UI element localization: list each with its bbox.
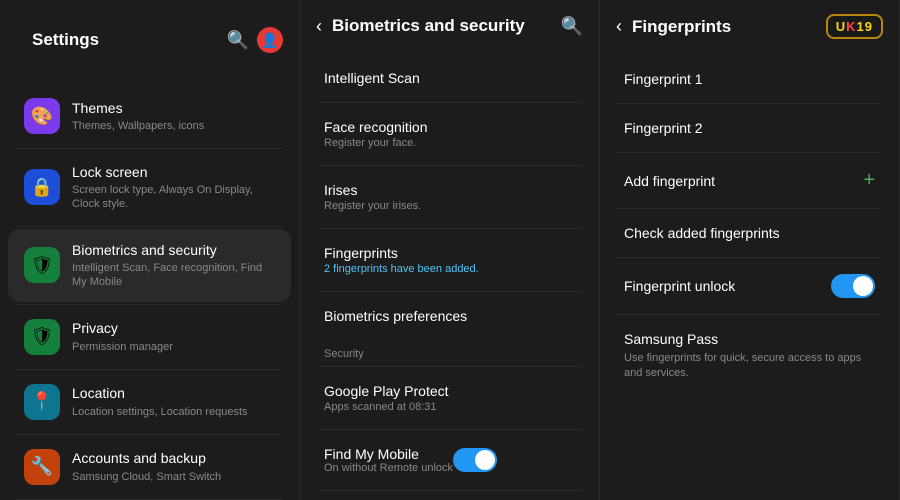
fingerprints-title: Fingerprints (632, 17, 820, 37)
settings-item-privacy[interactable]: 🛡 Privacy Permission manager (8, 307, 291, 367)
fingerprint-2-name: Fingerprint 2 (624, 120, 875, 136)
divider-5 (316, 366, 583, 367)
biometrics-prefs-title: Biometrics preferences (324, 308, 575, 324)
add-fingerprint-item[interactable]: Add fingerprint + (600, 155, 899, 206)
irises-item[interactable]: Irises Register your irises. (300, 168, 599, 226)
fp-divider-4 (616, 257, 883, 258)
lock-screen-title: Lock screen (72, 163, 275, 181)
samsung-pass-desc: Use fingerprints for quick, secure acces… (624, 351, 875, 382)
add-fingerprint-label: Add fingerprint (624, 173, 863, 189)
settings-list: 🎨 Themes Themes, Wallpapers, icons 🔒 Lock sc… (0, 80, 299, 500)
settings-divider-5 (16, 499, 283, 500)
fingerprints-list: Fingerprint 1 Fingerprint 2 Add fingerpr… (600, 53, 899, 500)
themes-title: Themes (72, 99, 275, 117)
settings-item-lock-screen[interactable]: 🔒 Lock screen Screen lock type, Always On … (8, 151, 291, 224)
lock-screen-subtitle: Screen lock type, Always On Display, Clo… (72, 183, 275, 212)
security-update-item[interactable]: Security update 1 September 2020 (300, 493, 599, 500)
biometrics-title: Biometrics and security (72, 241, 275, 259)
lock-screen-icon: 🔒 (24, 169, 60, 205)
settings-item-biometrics[interactable]: 🛡 Biometrics and security Intelligent Scan… (8, 229, 291, 302)
divider-6 (316, 429, 583, 430)
fingerprint-unlock-label: Fingerprint unlock (624, 278, 831, 294)
accounts-subtitle: Samsung Cloud, Smart Switch (72, 470, 275, 484)
irises-sub: Register your irises. (324, 200, 575, 212)
add-fingerprint-icon: + (863, 169, 875, 192)
settings-header: Settings 🔍 👤 (0, 0, 299, 80)
themes-subtitle: Themes, Wallpapers, icons (72, 119, 275, 133)
fp-divider-3 (616, 208, 883, 209)
google-play-protect-title: Google Play Protect (324, 383, 575, 399)
accounts-icon: 🔧 (24, 449, 60, 485)
irises-title: Irises (324, 182, 575, 198)
divider-1 (316, 102, 583, 103)
settings-panel: Settings 🔍 👤 🎨 Themes Themes, Wallpapers, … (0, 0, 300, 500)
biometrics-subtitle: Intelligent Scan, Face recognition, Find… (72, 261, 275, 290)
fp-divider-1 (616, 103, 883, 104)
google-play-protect-item[interactable]: Google Play Protect Apps scanned at 08:3… (300, 369, 599, 427)
settings-divider-2 (16, 304, 283, 305)
biometrics-prefs-item[interactable]: Biometrics preferences (300, 294, 599, 338)
face-recognition-title: Face recognition (324, 119, 575, 135)
check-fingerprints-item[interactable]: Check added fingerprints (600, 211, 899, 255)
accounts-title: Accounts and backup (72, 449, 275, 467)
find-my-mobile-toggle[interactable] (453, 448, 497, 472)
fingerprints-sub: 2 fingerprints have been added. (324, 263, 575, 275)
find-my-mobile-item[interactable]: Find My Mobile On without Remote unlock (300, 432, 599, 488)
find-my-mobile-title: Find My Mobile (324, 446, 453, 462)
intelligent-scan-item[interactable]: Intelligent Scan (300, 56, 599, 100)
divider-3 (316, 228, 583, 229)
fingerprint-2-item[interactable]: Fingerprint 2 (600, 106, 899, 150)
fingerprint-1-item[interactable]: Fingerprint 1 (600, 57, 899, 101)
fingerprints-title: Fingerprints (324, 245, 575, 261)
themes-icon: 🎨 (24, 98, 60, 134)
biometrics-header: ‹ Biometrics and security 🔍 (300, 0, 599, 52)
fingerprint-1-name: Fingerprint 1 (624, 71, 875, 87)
location-subtitle: Location settings, Location requests (72, 405, 275, 419)
settings-divider-3 (16, 369, 283, 370)
back-icon[interactable]: ‹ (316, 16, 322, 37)
fingerprints-panel: ‹ Fingerprints UK19 Fingerprint 1 Finger… (600, 0, 900, 500)
security-section-label: Security (300, 338, 599, 364)
privacy-title: Privacy (72, 319, 275, 337)
settings-divider-1 (16, 226, 283, 227)
divider-7 (316, 490, 583, 491)
fp-divider-5 (616, 314, 883, 315)
fingerprint-unlock-item[interactable]: Fingerprint unlock (600, 260, 899, 312)
privacy-icon: 🛡 (24, 319, 60, 355)
face-recognition-item[interactable]: Face recognition Register your face. (300, 105, 599, 163)
fingerprints-item[interactable]: Fingerprints 2 fingerprints have been ad… (300, 231, 599, 289)
biometrics-list: Intelligent Scan Face recognition Regist… (300, 52, 599, 500)
intelligent-scan-title: Intelligent Scan (324, 70, 575, 86)
settings-title: Settings (16, 14, 215, 66)
profile-icon[interactable]: 👤 (257, 27, 283, 53)
divider-2 (316, 165, 583, 166)
logo-badge: UK19 (826, 14, 883, 39)
fingerprint-unlock-toggle[interactable] (831, 274, 875, 298)
divider-4 (316, 291, 583, 292)
privacy-subtitle: Permission manager (72, 340, 275, 354)
biometrics-title: Biometrics and security (332, 16, 549, 36)
settings-divider-0 (16, 148, 283, 149)
biometrics-search-icon[interactable]: 🔍 (561, 16, 583, 37)
fp-divider-2 (616, 152, 883, 153)
header-right: UK19 (820, 14, 883, 39)
settings-item-themes[interactable]: 🎨 Themes Themes, Wallpapers, icons (8, 86, 291, 146)
google-play-protect-sub: Apps scanned at 08:31 (324, 401, 575, 413)
search-icon[interactable]: 🔍 (227, 30, 249, 51)
location-title: Location (72, 384, 275, 402)
biometrics-panel: ‹ Biometrics and security 🔍 Intelligent … (300, 0, 600, 500)
location-icon: 📍 (24, 384, 60, 420)
check-fingerprints-label: Check added fingerprints (624, 225, 875, 241)
face-recognition-sub: Register your face. (324, 137, 575, 149)
samsung-pass-title: Samsung Pass (624, 331, 875, 347)
settings-item-location[interactable]: 📍 Location Location settings, Location req… (8, 372, 291, 432)
settings-item-accounts[interactable]: 🔧 Accounts and backup Samsung Cloud, Smart… (8, 437, 291, 497)
biometrics-icon: 🛡 (24, 247, 60, 283)
samsung-pass-item[interactable]: Samsung Pass Use fingerprints for quick,… (600, 317, 899, 396)
fp-back-icon[interactable]: ‹ (616, 16, 622, 37)
find-my-mobile-sub: On without Remote unlock (324, 462, 453, 474)
fingerprints-header: ‹ Fingerprints UK19 (600, 0, 899, 53)
settings-divider-4 (16, 434, 283, 435)
